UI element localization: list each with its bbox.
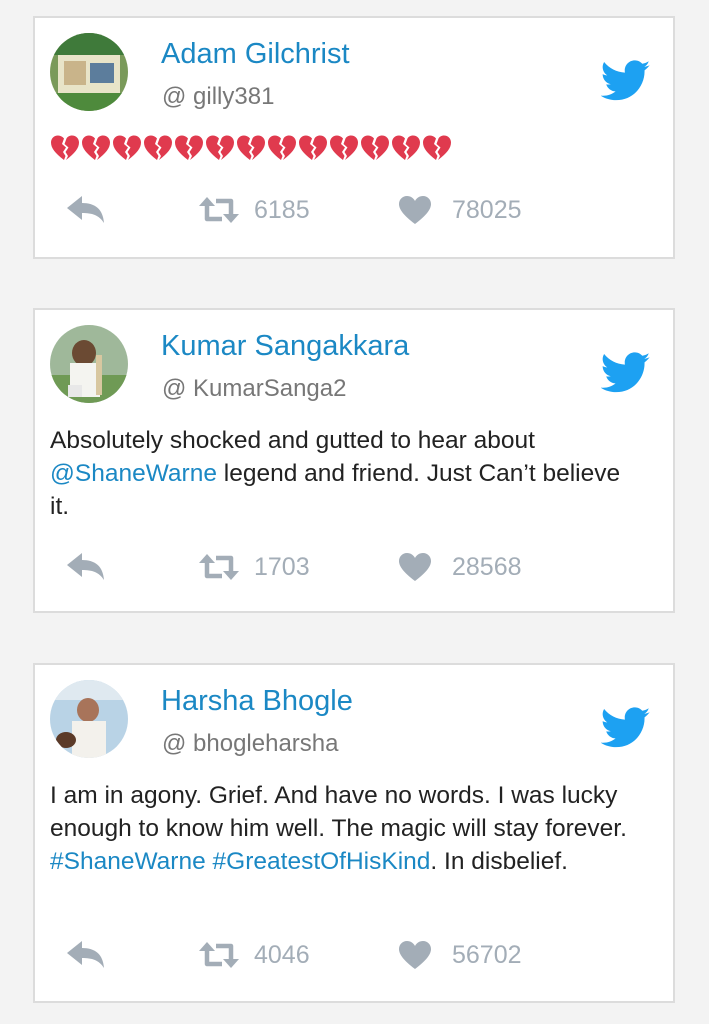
broken-heart-icon — [360, 133, 390, 163]
user-name[interactable]: Harsha Bhogle — [161, 685, 353, 718]
hashtag-link[interactable]: #GreatestOfHisKind — [213, 848, 431, 875]
retweet-button[interactable]: 4046 — [198, 937, 310, 973]
reply-arrow-icon — [65, 939, 107, 971]
tweet-text: I am in agony. Grief. And have no words.… — [50, 779, 645, 878]
broken-heart-icon — [298, 133, 328, 163]
retweet-count: 1703 — [254, 552, 310, 581]
broken-heart-icon — [205, 133, 235, 163]
heart-icon — [398, 940, 432, 970]
avatar[interactable] — [50, 325, 128, 403]
reply-button[interactable] — [65, 939, 107, 971]
broken-heart-icon — [422, 133, 452, 163]
user-handle[interactable]: @ gilly381 — [162, 83, 274, 111]
avatar[interactable] — [50, 680, 128, 758]
reply-arrow-icon — [65, 194, 107, 226]
broken-heart-icon — [174, 133, 204, 163]
tweet-actions: 4046 56702 — [65, 937, 585, 973]
broken-heart-icon — [143, 133, 173, 163]
broken-heart-icon — [391, 133, 421, 163]
broken-heart-emoji-row — [50, 133, 452, 163]
heart-icon — [398, 552, 432, 582]
retweet-count: 6185 — [254, 195, 310, 224]
retweet-count: 4046 — [254, 940, 310, 969]
like-button[interactable]: 56702 — [398, 937, 522, 973]
retweet-button[interactable]: 1703 — [198, 549, 310, 585]
user-handle[interactable]: @ bhogleharsha — [162, 730, 338, 758]
retweet-icon — [198, 940, 240, 970]
tweet-text-part — [206, 848, 213, 875]
like-button[interactable]: 78025 — [398, 192, 522, 228]
broken-heart-icon — [112, 133, 142, 163]
retweet-icon — [198, 195, 240, 225]
user-name[interactable]: Adam Gilchrist — [161, 38, 350, 71]
broken-heart-icon — [267, 133, 297, 163]
tweet-text-part: I am in agony. Grief. And have no words.… — [50, 782, 627, 842]
tweet-text: Absolutely shocked and gutted to hear ab… — [50, 424, 645, 523]
tweet-card: Kumar Sangakkara @ KumarSanga2 Absolutel… — [33, 308, 675, 613]
broken-heart-icon — [236, 133, 266, 163]
twitter-bird-icon — [601, 60, 651, 102]
like-count: 78025 — [452, 195, 522, 224]
tweet-card: Harsha Bhogle @ bhogleharsha I am in ago… — [33, 663, 675, 1003]
broken-heart-icon — [329, 133, 359, 163]
reply-arrow-icon — [65, 551, 107, 583]
like-count: 28568 — [452, 552, 522, 581]
user-name[interactable]: Kumar Sangakkara — [161, 330, 409, 363]
twitter-bird-icon — [601, 707, 651, 749]
heart-icon — [398, 195, 432, 225]
tweet-actions: 6185 78025 — [65, 192, 585, 228]
like-count: 56702 — [452, 940, 522, 969]
reply-button[interactable] — [65, 551, 107, 583]
tweet-text-part: Absolutely shocked and gutted to hear ab… — [50, 427, 535, 454]
retweet-button[interactable]: 6185 — [198, 192, 310, 228]
retweet-icon — [198, 552, 240, 582]
tweet-text-part: . In disbelief. — [430, 848, 568, 875]
reply-button[interactable] — [65, 194, 107, 226]
hashtag-link[interactable]: #ShaneWarne — [50, 848, 206, 875]
broken-heart-icon — [50, 133, 80, 163]
user-handle[interactable]: @ KumarSanga2 — [162, 375, 346, 403]
tweet-actions: 1703 28568 — [65, 549, 585, 585]
broken-heart-icon — [81, 133, 111, 163]
like-button[interactable]: 28568 — [398, 549, 522, 585]
tweet-card: Adam Gilchrist @ gilly381 6185 78025 — [33, 16, 675, 259]
avatar[interactable] — [50, 33, 128, 111]
mention-link[interactable]: @ShaneWarne — [50, 460, 217, 487]
twitter-bird-icon — [601, 352, 651, 394]
